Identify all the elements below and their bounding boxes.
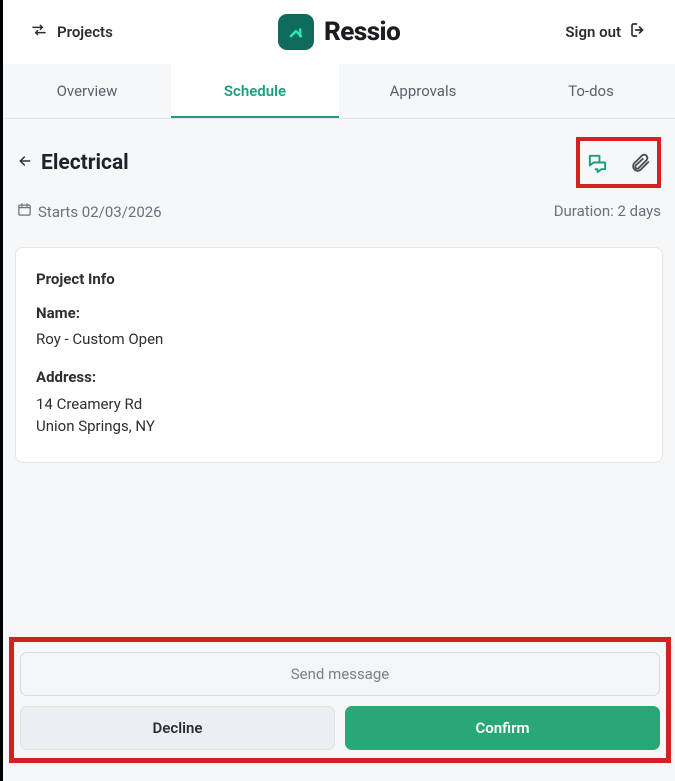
projects-link[interactable]: Projects: [31, 22, 113, 42]
tab-schedule[interactable]: Schedule: [171, 64, 339, 118]
signout-link[interactable]: Sign out: [565, 21, 647, 43]
brand[interactable]: Ressio: [278, 14, 400, 50]
address-label: Address:: [36, 368, 642, 386]
name-label: Name:: [36, 304, 642, 322]
signout-icon: [629, 21, 647, 43]
starts-text: Starts 02/03/2026: [38, 203, 162, 221]
send-message-input[interactable]: Send message: [20, 652, 660, 696]
project-info-heading: Project Info: [36, 270, 642, 288]
project-info-card: Project Info Name: Roy - Custom Open Add…: [15, 247, 663, 463]
signout-label: Sign out: [565, 23, 621, 41]
page-title: Electrical: [41, 151, 129, 175]
name-value: Roy - Custom Open: [36, 330, 642, 348]
footer-actions-highlight: Send message Decline Confirm: [9, 637, 671, 763]
swap-icon: [31, 22, 47, 42]
chat-icon[interactable]: [586, 151, 609, 174]
tab-approvals[interactable]: Approvals: [339, 64, 507, 118]
address-line1: 14 Creamery Rd: [36, 394, 642, 416]
brand-logo-icon: [278, 14, 314, 50]
attachment-icon[interactable]: [629, 152, 651, 174]
topbar: Projects Ressio Sign out: [3, 0, 675, 64]
projects-label: Projects: [57, 23, 113, 41]
calendar-icon: [17, 202, 32, 221]
brand-name: Ressio: [324, 17, 400, 47]
address-line2: Union Springs, NY: [36, 416, 642, 438]
tabs: Overview Schedule Approvals To-dos: [3, 64, 675, 119]
page-header: Electrical Starts: [3, 119, 675, 233]
back-arrow-icon[interactable]: [17, 153, 33, 173]
tab-overview[interactable]: Overview: [3, 64, 171, 118]
decline-button[interactable]: Decline: [20, 706, 335, 750]
header-actions-highlight: [576, 137, 661, 188]
duration-text: Duration: 2 days: [554, 202, 661, 221]
tab-todos[interactable]: To-dos: [507, 64, 675, 118]
confirm-button[interactable]: Confirm: [345, 706, 660, 750]
